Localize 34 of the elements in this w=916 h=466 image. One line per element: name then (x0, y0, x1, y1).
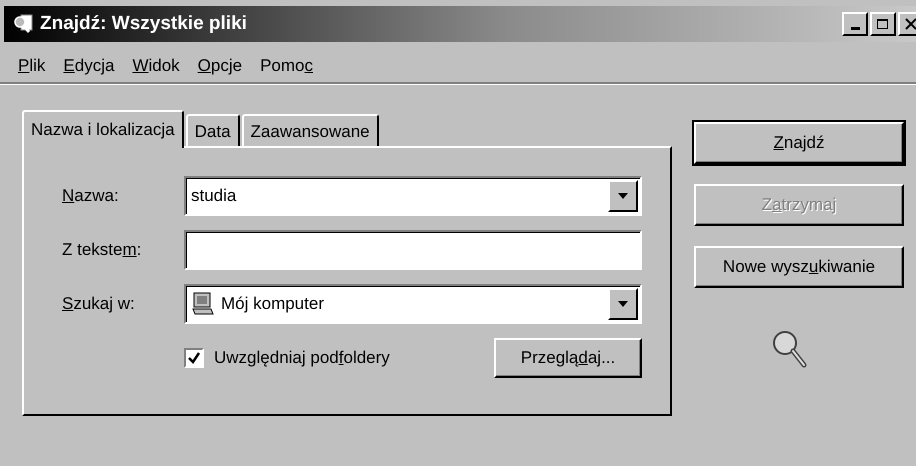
input-field[interactable]: Mój komputer (221, 291, 608, 317)
maximize-icon (876, 18, 890, 30)
dropdown-button[interactable] (608, 288, 638, 320)
field-label: Szukaj w: (62, 293, 136, 316)
action-button[interactable]: Znajdź (694, 122, 904, 164)
tab[interactable]: Data (186, 114, 240, 146)
window-title: Znajdź: Wszystkie pliki (40, 12, 247, 36)
menu-item[interactable]: Plik (12, 50, 52, 82)
magnifier-icon (772, 330, 808, 370)
action-button[interactable]: Nowe wyszukiwanie (694, 246, 904, 288)
menu-item[interactable]: Opcje (192, 50, 248, 82)
caret-icon (617, 300, 629, 308)
minimize-icon (850, 26, 860, 30)
close-icon (905, 18, 916, 30)
maximize-button[interactable] (870, 12, 896, 36)
menu-item[interactable]: Widok (126, 50, 186, 82)
dropdown-button[interactable] (608, 180, 638, 212)
browse-button[interactable]: Przeglądaj... (494, 338, 642, 378)
tab[interactable]: Zaawansowane (242, 114, 379, 146)
computer-icon (191, 292, 215, 316)
checkbox[interactable] (184, 348, 204, 368)
caret-icon (617, 192, 629, 200)
menu-item[interactable]: Pomoc (254, 50, 320, 82)
field-label: Z tekstem: (62, 239, 142, 262)
minimize-button[interactable] (842, 12, 868, 36)
search-icon (12, 13, 34, 35)
name-combo-box[interactable]: studia (184, 176, 642, 216)
checkbox-label: Uwzględniaj podfoldery (214, 347, 390, 370)
input-field[interactable]: studia (191, 183, 608, 209)
field-label: Nazwa: (62, 185, 120, 208)
menu-item[interactable]: Edycja (57, 50, 120, 82)
text-field[interactable] (184, 230, 642, 270)
tab[interactable]: Nazwa i lokalizacja (22, 110, 184, 148)
location-combo-box[interactable]: Mój komputer (184, 284, 642, 324)
